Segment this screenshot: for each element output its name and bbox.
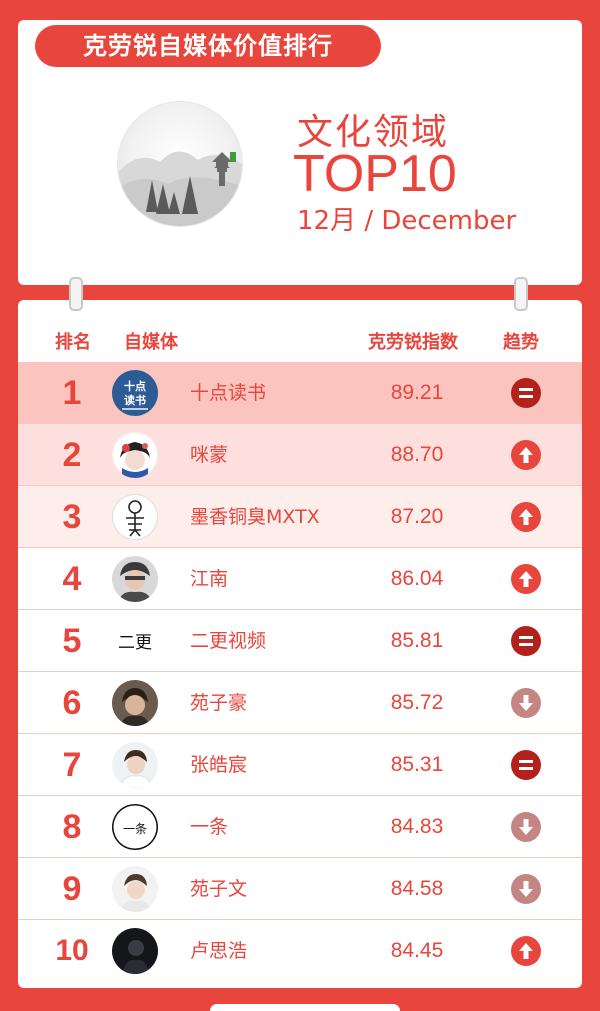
month-label: 12月 / December — [297, 206, 517, 236]
ranking-title-ribbon: 克劳锐自媒体价值排行 — [35, 25, 381, 67]
ranking-row: 9 苑子文 84.58 — [18, 858, 582, 920]
index-score: 84.45 — [390, 939, 444, 962]
ranking-row: 8 一条 一条 84.83 — [18, 796, 582, 858]
top10-label: TOP10 — [293, 145, 457, 203]
index-score: 88.70 — [390, 443, 444, 466]
yuanzihao-photo-avatar — [112, 680, 158, 726]
column-header-rank: 排名 — [55, 332, 91, 353]
ranking-row: 10 卢思浩 84.45 — [18, 920, 582, 982]
ranking-row: 6 苑子豪 85.72 — [18, 672, 582, 734]
index-score: 87.20 — [390, 505, 444, 528]
trend-up-arrow-icon — [511, 440, 541, 470]
yuanziwen-photo-avatar — [112, 866, 158, 912]
lusihao-photo-avatar — [112, 928, 158, 974]
trend-equal-icon — [511, 626, 541, 656]
media-name: 墨香铜臭MXTX — [190, 506, 320, 528]
media-name: 咪蒙 — [190, 444, 229, 466]
ranking-list: 1 十点 读书 十点读书 89.21 2 咪蒙 88.70 3 墨香铜臭MXTX… — [18, 362, 582, 982]
binder-clip-left — [69, 277, 83, 311]
media-name: 卢思浩 — [190, 940, 248, 962]
ranking-row: 2 咪蒙 88.70 — [18, 424, 582, 486]
rank-number: 4 — [62, 560, 82, 598]
trend-down-arrow-icon — [511, 812, 541, 842]
index-score: 85.81 — [390, 629, 444, 652]
rank-number: 6 — [62, 684, 82, 722]
trend-up-arrow-icon — [511, 564, 541, 594]
media-name: 二更视频 — [190, 630, 267, 652]
media-name: 苑子豪 — [190, 692, 248, 714]
binder-clip-right — [514, 277, 528, 311]
media-name: 十点读书 — [190, 382, 267, 404]
rank-number: 7 — [62, 746, 82, 784]
bottom-tab-decoration — [210, 1004, 400, 1011]
ranking-row: 7 张皓宸 85.31 — [18, 734, 582, 796]
trend-equal-icon — [511, 750, 541, 780]
media-name: 一条 — [190, 816, 229, 838]
index-score: 85.72 — [390, 691, 444, 714]
index-score: 85.31 — [390, 753, 444, 776]
column-header-index: 克劳锐指数 — [368, 332, 458, 353]
ranking-row: 5 二更 二更视频 85.81 — [18, 610, 582, 672]
yitiao-logo-avatar: 一条 — [112, 804, 158, 850]
mimeng-avatar — [112, 432, 158, 478]
rank-number: 3 — [62, 498, 82, 536]
rank-number: 5 — [62, 622, 82, 660]
trend-down-arrow-icon — [511, 688, 541, 718]
zhanghaochen-photo-avatar — [112, 742, 158, 788]
rank-number: 1 — [62, 374, 82, 412]
index-score: 86.04 — [390, 567, 444, 590]
moxiang-doodle-avatar — [112, 494, 158, 540]
media-name: 苑子文 — [190, 878, 248, 900]
media-name: 张皓宸 — [190, 754, 248, 776]
column-header-trend: 趋势 — [503, 332, 539, 353]
svg-text:二更: 二更 — [118, 633, 152, 653]
svg-text:一条: 一条 — [123, 822, 147, 836]
trend-up-arrow-icon — [511, 936, 541, 966]
index-score: 84.58 — [390, 877, 444, 900]
ergeng-logo-avatar: 二更 — [112, 618, 158, 664]
rank-number: 10 — [55, 934, 89, 967]
trend-up-arrow-icon — [511, 502, 541, 532]
shidian-logo-avatar: 十点 读书 — [112, 370, 158, 416]
ranking-row: 3 墨香铜臭MXTX 87.20 — [18, 486, 582, 548]
rank-number: 8 — [62, 808, 82, 846]
ranking-row: 1 十点 读书 十点读书 89.21 — [18, 362, 582, 424]
rank-number: 2 — [62, 436, 82, 474]
index-score: 84.83 — [390, 815, 444, 838]
landscape-emblem-image — [118, 102, 242, 226]
rank-number: 9 — [62, 870, 82, 908]
trend-equal-icon — [511, 378, 541, 408]
column-header-media: 自媒体 — [124, 332, 178, 353]
jiangnan-photo-avatar — [112, 556, 158, 602]
svg-text:十点: 十点 — [124, 379, 146, 393]
trend-down-arrow-icon — [511, 874, 541, 904]
ranking-row: 4 江南 86.04 — [18, 548, 582, 610]
index-score: 89.21 — [390, 381, 444, 404]
svg-text:读书: 读书 — [124, 393, 146, 407]
media-name: 江南 — [190, 568, 229, 590]
